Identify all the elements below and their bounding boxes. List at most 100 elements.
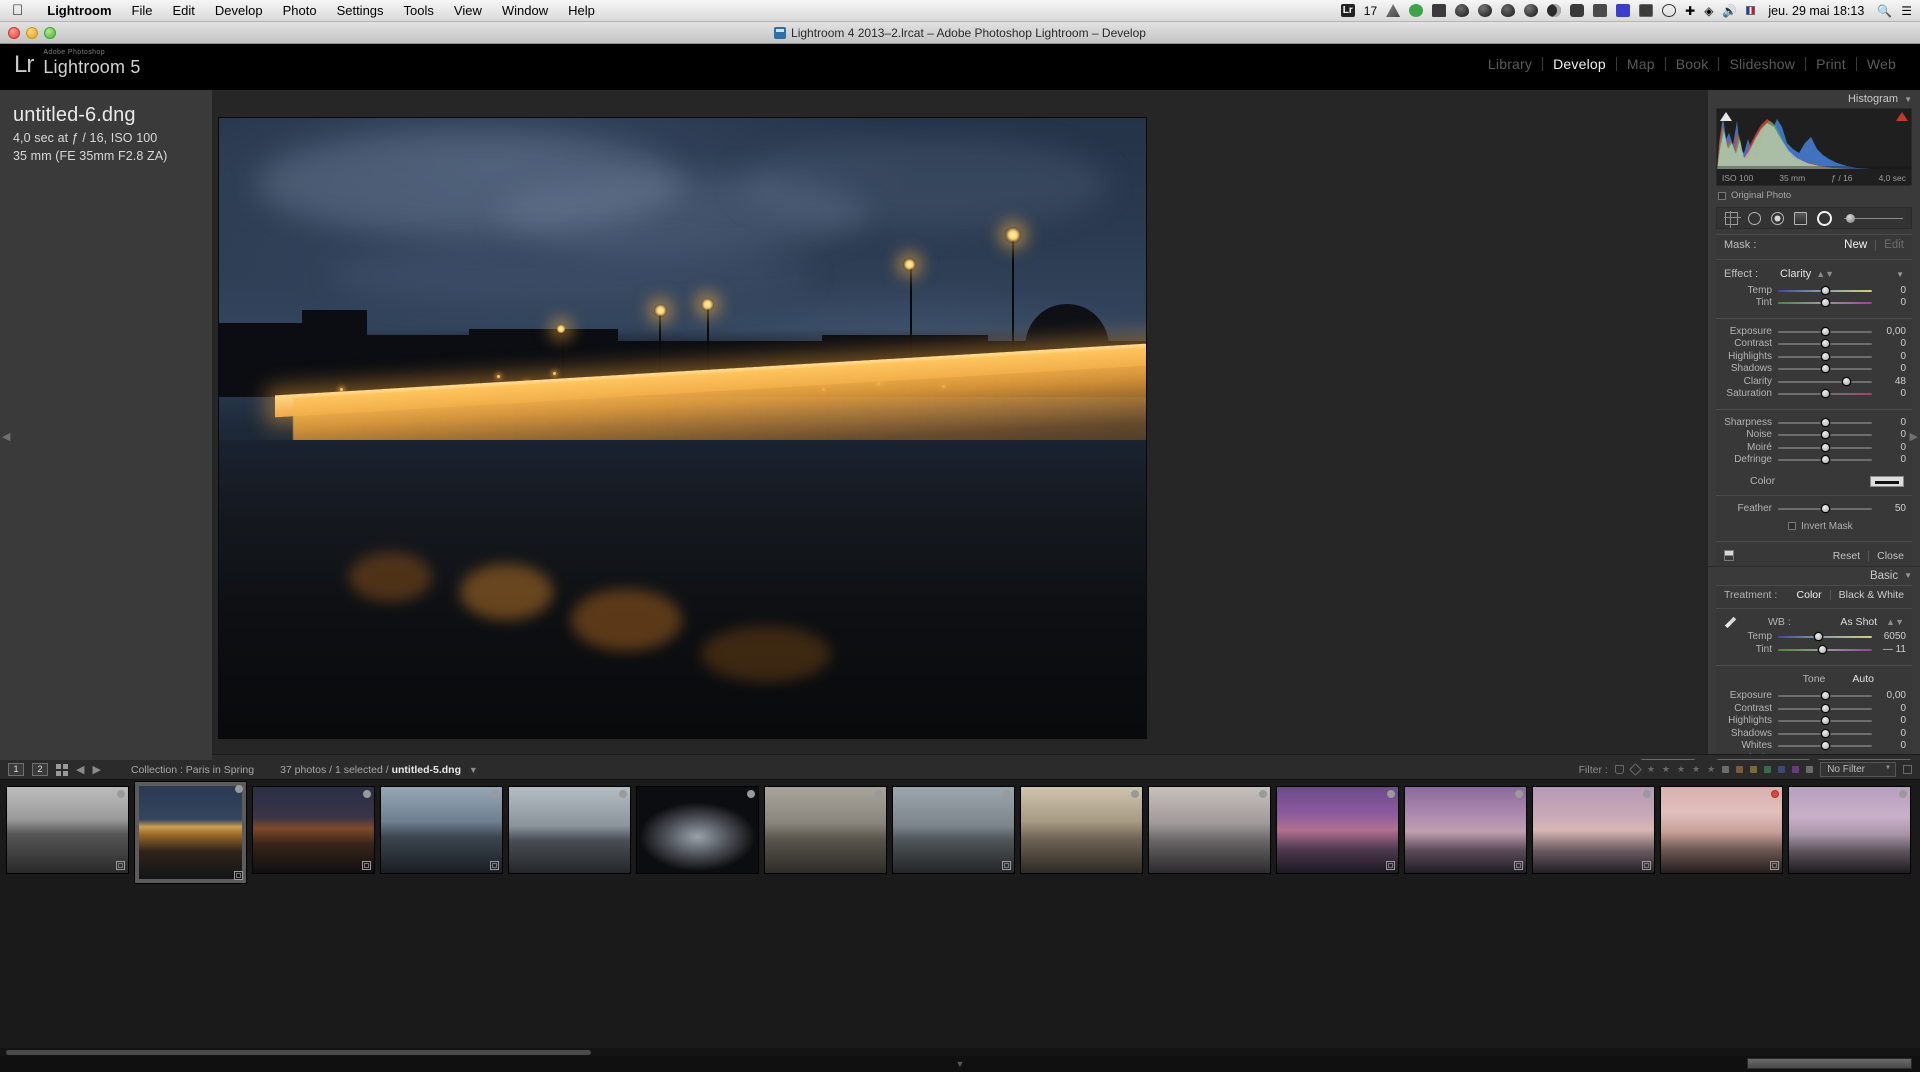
timemachine-icon[interactable]: [1386, 4, 1401, 17]
menu-develop[interactable]: Develop: [205, 3, 273, 18]
thumbnail-7-badge[interactable]: [875, 790, 883, 798]
thumbnail-11[interactable]: [1276, 786, 1399, 874]
menu-edit[interactable]: Edit: [162, 3, 204, 18]
folder-icon[interactable]: [1432, 4, 1447, 17]
maximize-window-button[interactable]: [44, 27, 56, 39]
thumbnail-4[interactable]: [380, 786, 503, 874]
brush-clarity-value[interactable]: 48: [1872, 376, 1906, 387]
menu-file[interactable]: File: [122, 3, 163, 18]
notifications-icon[interactable]: ☰: [1901, 5, 1912, 17]
filmstrip-scrollbar[interactable]: [0, 1048, 1920, 1056]
red-eye-icon[interactable]: [1771, 211, 1784, 225]
chevron-down-icon[interactable]: ▼: [1904, 95, 1912, 104]
brush-moire-track[interactable]: [1778, 442, 1872, 452]
histogram-header[interactable]: Histogram ▼: [1708, 90, 1920, 106]
tone-auto-button[interactable]: Auto: [1852, 673, 1874, 685]
thumbnail-13-badge[interactable]: [1643, 790, 1651, 798]
basic-contrast-track[interactable]: [1778, 703, 1872, 713]
white-balance-selector-icon[interactable]: [1724, 615, 1738, 629]
brush-slider-clarity[interactable]: Clarity 48: [1716, 375, 1912, 388]
brush-slider-saturation[interactable]: Saturation 0: [1716, 388, 1912, 401]
invert-mask-row[interactable]: Invert Mask: [1716, 520, 1912, 537]
forward-arrow-icon[interactable]: ▶: [92, 763, 100, 776]
color-label-purple-icon[interactable]: [1792, 766, 1800, 773]
thumbnail-1-badge[interactable]: [117, 790, 125, 798]
menu-window[interactable]: Window: [492, 3, 558, 18]
effect-value[interactable]: Clarity: [1780, 268, 1811, 280]
wb-stepper-icon[interactable]: ▲▼: [1886, 617, 1904, 627]
brush-exposure-value[interactable]: 0,00: [1872, 326, 1906, 337]
thumbnail-7[interactable]: [764, 786, 887, 874]
histogram-plot[interactable]: [1717, 109, 1911, 169]
menu-tools[interactable]: Tools: [394, 3, 444, 18]
flag-icon[interactable]: [1746, 6, 1756, 15]
thumbnail-4-badge[interactable]: [491, 790, 499, 798]
volume-icon[interactable]: 🔊: [1722, 5, 1737, 17]
thumbnail-15[interactable]: [1788, 786, 1911, 874]
grid-view-icon[interactable]: [56, 763, 68, 776]
color-label-custom-icon[interactable]: [1806, 766, 1814, 773]
brush-sharpness-value[interactable]: 0: [1872, 417, 1906, 428]
color-label-green-icon[interactable]: [1764, 766, 1772, 773]
star-3-icon[interactable]: ★: [1677, 764, 1685, 775]
brush-sharpness-track[interactable]: [1778, 417, 1872, 427]
no-filter-dropdown[interactable]: No Filter: [1820, 762, 1896, 777]
basic-tint-value[interactable]: — 11: [1872, 644, 1906, 655]
battery-icon[interactable]: 17: [1364, 5, 1377, 17]
brush-slider-tint[interactable]: Tint 0: [1716, 297, 1912, 310]
module-develop[interactable]: Develop: [1543, 56, 1616, 72]
brush-slider-temp[interactable]: Temp 0: [1716, 284, 1912, 297]
menu-clock[interactable]: jeu. 29 mai 18:13: [1764, 4, 1868, 18]
identity-plate[interactable]: Lr Adobe Photoshop Lightroom 5: [14, 49, 141, 78]
brush-saturation-track[interactable]: [1778, 389, 1872, 399]
filmstrip-thumbnails[interactable]: [0, 780, 1920, 890]
basic-temp-value[interactable]: 6050: [1872, 631, 1906, 642]
invert-mask-checkbox[interactable]: [1788, 522, 1796, 530]
droplet-icon[interactable]: [1455, 4, 1470, 17]
apple-menu-icon[interactable]: : [0, 3, 37, 18]
search-icon[interactable]: 🔍: [1877, 5, 1892, 17]
basic-slider-exposure[interactable]: Exposure 0,00: [1716, 690, 1912, 703]
brush-contrast-track[interactable]: [1778, 339, 1872, 349]
brush-color-row[interactable]: Color: [1716, 471, 1912, 491]
close-window-button[interactable]: [8, 27, 20, 39]
brush-color-swatch[interactable]: [1870, 475, 1904, 487]
thumbnail-12-badge[interactable]: [1515, 790, 1523, 798]
page-1-button[interactable]: 1: [8, 763, 24, 776]
treatment-color-option[interactable]: Color: [1797, 589, 1822, 601]
mask-new-button[interactable]: New: [1844, 239, 1875, 251]
minimize-window-button[interactable]: [26, 27, 38, 39]
clock-icon[interactable]: [1662, 4, 1677, 17]
basic-highlights-value[interactable]: 0: [1872, 715, 1906, 726]
thumbnail-10-badge[interactable]: [1259, 790, 1267, 798]
thumbnail-2[interactable]: [134, 781, 247, 884]
basic-highlights-track[interactable]: [1778, 716, 1872, 726]
brush-slider-highlights[interactable]: Highlights 0: [1716, 350, 1912, 363]
brush-defringe-value[interactable]: 0: [1872, 454, 1906, 465]
brush-feather-track[interactable]: [1778, 503, 1872, 513]
back-arrow-icon[interactable]: ◀: [76, 763, 84, 776]
thumbnail-9[interactable]: [1020, 786, 1143, 874]
filmstrip-resize-grip[interactable]: ▼: [956, 1059, 965, 1069]
star-2-icon[interactable]: ★: [1662, 764, 1670, 775]
original-photo-checkbox[interactable]: [1718, 191, 1726, 200]
brush-slider-shadows[interactable]: Shadows 0: [1716, 363, 1912, 376]
star-4-icon[interactable]: ★: [1692, 764, 1700, 775]
brush-clarity-track[interactable]: [1778, 376, 1872, 386]
wb-value[interactable]: As Shot ▲▼: [1840, 616, 1904, 628]
thumbnail-6-badge[interactable]: [747, 790, 755, 798]
thumbnail-12[interactable]: [1404, 786, 1527, 874]
brush-highlights-value[interactable]: 0: [1872, 351, 1906, 362]
airplay-icon[interactable]: [1639, 4, 1654, 17]
diamond-icon[interactable]: ◈: [1704, 5, 1713, 17]
page-2-button[interactable]: 2: [32, 763, 48, 776]
adjustment-brush-icon[interactable]: [1817, 210, 1832, 226]
brush-slider-exposure[interactable]: Exposure 0,00: [1716, 325, 1912, 338]
basic-slider-whites[interactable]: Whites 0: [1716, 740, 1912, 753]
original-photo-row[interactable]: Original Photo: [1718, 190, 1912, 201]
thumbnail-9-badge[interactable]: [1131, 790, 1139, 798]
effect-stepper-icon[interactable]: ▲▼: [1816, 269, 1834, 279]
filmstrip-scroll-thumb[interactable]: [6, 1050, 591, 1055]
brush-highlights-track[interactable]: [1778, 351, 1872, 361]
brush-size-knob[interactable]: [1846, 213, 1855, 223]
